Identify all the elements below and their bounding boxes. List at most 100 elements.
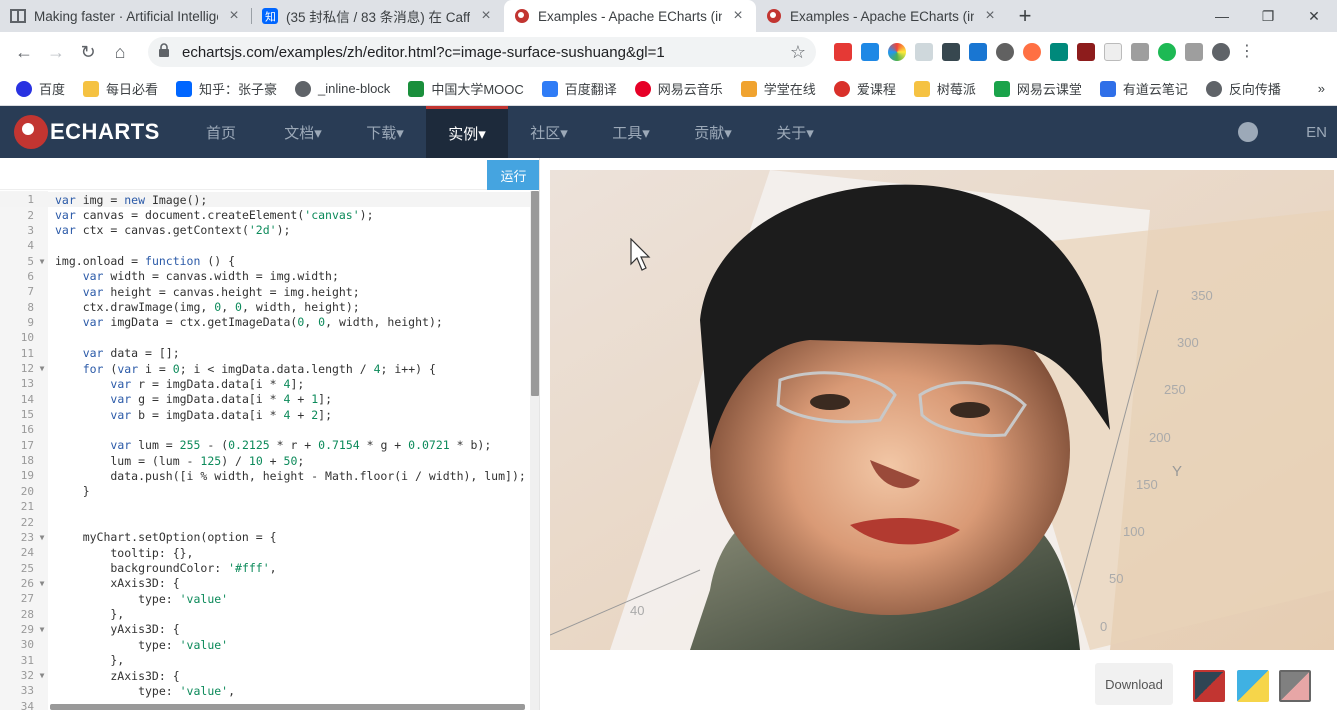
close-icon[interactable]: ×: [226, 7, 242, 25]
nav-item-docs[interactable]: 文档▾: [262, 106, 344, 158]
nav-item-community[interactable]: 社区▾: [508, 106, 590, 158]
editor-vertical-scrollbar[interactable]: [530, 191, 539, 710]
code-line[interactable]: 12 ▼ for (var i = 0; i < imgData.data.len…: [0, 361, 530, 376]
close-icon[interactable]: ×: [982, 7, 998, 25]
extension-icon-11[interactable]: [1104, 43, 1122, 61]
code-line[interactable]: 25 backgroundColor: '#fff',: [0, 560, 530, 575]
home-icon[interactable]: ⌂: [104, 36, 136, 68]
bookmark-item[interactable]: 学堂在线: [740, 79, 816, 98]
scroll-thumb[interactable]: [531, 191, 539, 396]
fold-arrow-icon[interactable]: ▼: [36, 579, 48, 588]
nav-item-home[interactable]: 首页: [180, 106, 262, 158]
code-area[interactable]: 1 var img = new Image(); 2 var canvas = doc…: [0, 191, 530, 710]
extension-icon-13[interactable]: [1158, 43, 1176, 61]
code-line[interactable]: 10: [0, 330, 530, 345]
code-line[interactable]: 9 var imgData = ctx.getImageData(0, 0, w…: [0, 315, 530, 330]
code-line[interactable]: 14 var g = imgData.data[i * 4 + 1];: [0, 392, 530, 407]
bookmark-item[interactable]: 百度翻译: [541, 79, 617, 98]
bookmark-item[interactable]: 知乎：张子豪: [176, 79, 277, 98]
nav-item-about[interactable]: 关于▾: [754, 106, 836, 158]
address-bar[interactable]: echartsjs.com/examples/zh/editor.html?c=…: [148, 37, 816, 67]
code-line[interactable]: 29 ▼ yAxis3D: {: [0, 622, 530, 637]
forward-arrow-icon[interactable]: →: [40, 36, 72, 68]
editor-horizontal-scrollbar[interactable]: [50, 704, 525, 710]
bookmark-item[interactable]: 爱课程: [833, 79, 896, 98]
code-line[interactable]: 17 var lum = 255 - (0.2125 * r + 0.7154 …: [0, 438, 530, 453]
fold-arrow-icon[interactable]: ▼: [36, 625, 48, 634]
code-line[interactable]: 1 var img = new Image();: [0, 192, 530, 208]
code-line[interactable]: 33 type: 'value',: [0, 683, 530, 698]
theme-swatch-grey-pink[interactable]: [1279, 670, 1311, 702]
extension-icon-7[interactable]: [996, 43, 1014, 61]
code-line[interactable]: 4: [0, 238, 530, 253]
code-line[interactable]: 15 var b = imgData.data[i * 4 + 2];: [0, 407, 530, 422]
code-line[interactable]: 5 ▼ img.onload = function () {: [0, 253, 530, 268]
code-line[interactable]: 16: [0, 422, 530, 437]
theme-swatch-blue-yellow[interactable]: [1237, 670, 1269, 702]
extension-icon-10[interactable]: [1077, 43, 1095, 61]
code-line[interactable]: 13 var r = imgData.data[i * 4];: [0, 376, 530, 391]
back-arrow-icon[interactable]: ←: [8, 36, 40, 68]
extension-icon-9[interactable]: [1050, 43, 1068, 61]
bookmark-item[interactable]: 网易云音乐: [634, 79, 723, 98]
code-line[interactable]: 11 var data = [];: [0, 346, 530, 361]
code-line[interactable]: 6 var width = canvas.width = img.width;: [0, 269, 530, 284]
surface-chart[interactable]: 350 300 250 200 150 100 50 0 Y 40: [550, 170, 1334, 650]
restore-icon[interactable]: ❐: [1245, 0, 1291, 32]
browser-tab-4[interactable]: Examples - Apache ECharts (incubating) ×: [756, 0, 1008, 32]
echarts-logo[interactable]: ECHARTS: [14, 115, 180, 149]
code-line[interactable]: 24 tooltip: {},: [0, 545, 530, 560]
code-line[interactable]: 28 },: [0, 606, 530, 621]
nav-item-download[interactable]: 下载▾: [344, 106, 426, 158]
close-icon[interactable]: ×: [478, 7, 494, 25]
code-line[interactable]: 2 var canvas = document.createElement('ca…: [0, 207, 530, 222]
extension-icon-12[interactable]: [1131, 43, 1149, 61]
github-icon[interactable]: [1238, 122, 1259, 142]
minimize-icon[interactable]: —: [1199, 0, 1245, 32]
bookmark-item[interactable]: 百度: [16, 79, 65, 98]
menu-icon[interactable]: ⋮: [1239, 43, 1255, 61]
code-line[interactable]: 18 lum = (lum - 125) / 10 + 50;: [0, 453, 530, 468]
nav-item-examples[interactable]: 实例▾: [426, 106, 508, 158]
bookmark-item[interactable]: 有道云笔记: [1099, 79, 1188, 98]
code-line[interactable]: 8 ctx.drawImage(img, 0, 0, width, height…: [0, 299, 530, 314]
nav-item-contribute[interactable]: 贡献▾: [672, 106, 754, 158]
more-bookmarks-icon[interactable]: »: [1318, 81, 1325, 96]
code-line[interactable]: 22: [0, 514, 530, 529]
download-button[interactable]: Download: [1095, 663, 1173, 705]
run-button[interactable]: 运行: [487, 160, 539, 190]
browser-tab-3[interactable]: Examples - Apache ECharts (incubating) ×: [504, 0, 756, 32]
code-line[interactable]: 27 type: 'value': [0, 591, 530, 606]
code-line[interactable]: 20 }: [0, 484, 530, 499]
browser-tab-1[interactable]: Making faster · Artificial Intelligence …: [0, 0, 252, 32]
code-line[interactable]: 7 var height = canvas.height = img.heigh…: [0, 284, 530, 299]
extension-icon-8[interactable]: [1023, 43, 1041, 61]
fold-arrow-icon[interactable]: ▼: [36, 364, 48, 373]
code-line[interactable]: 26 ▼ xAxis3D: {: [0, 576, 530, 591]
extension-icon-4[interactable]: [915, 43, 933, 61]
extension-icon-1[interactable]: [834, 43, 852, 61]
extension-icon-3[interactable]: [888, 43, 906, 61]
bookmark-item[interactable]: 反向传播: [1205, 79, 1281, 98]
bookmark-item[interactable]: 中国大学MOOC: [408, 79, 524, 98]
reload-icon[interactable]: ↻: [72, 36, 104, 68]
code-line[interactable]: 32 ▼ zAxis3D: {: [0, 668, 530, 683]
code-line[interactable]: 31 },: [0, 653, 530, 668]
language-switch[interactable]: EN: [1306, 124, 1327, 141]
code-line[interactable]: 21: [0, 499, 530, 514]
bookmark-item[interactable]: 树莓派: [913, 79, 976, 98]
fold-arrow-icon[interactable]: ▼: [36, 671, 48, 680]
bookmark-item[interactable]: 网易云课堂: [993, 79, 1082, 98]
code-line[interactable]: 3 var ctx = canvas.getContext('2d');: [0, 223, 530, 238]
fold-arrow-icon[interactable]: ▼: [36, 257, 48, 266]
avatar[interactable]: [1212, 43, 1230, 61]
code-line[interactable]: 19 data.push([i % width, height - Math.f…: [0, 468, 530, 483]
code-line[interactable]: 23 ▼ myChart.setOption(option = {: [0, 530, 530, 545]
close-icon[interactable]: ×: [730, 7, 746, 25]
theme-swatch-dark-red[interactable]: [1193, 670, 1225, 702]
extension-icon-6[interactable]: [969, 43, 987, 61]
bookmark-star-icon[interactable]: ☆: [790, 42, 806, 63]
code-line[interactable]: 30 type: 'value': [0, 637, 530, 652]
close-window-icon[interactable]: ✕: [1291, 0, 1337, 32]
browser-tab-2[interactable]: 知 (35 封私信 / 83 条消息) 在 Caffe ×: [252, 0, 504, 32]
